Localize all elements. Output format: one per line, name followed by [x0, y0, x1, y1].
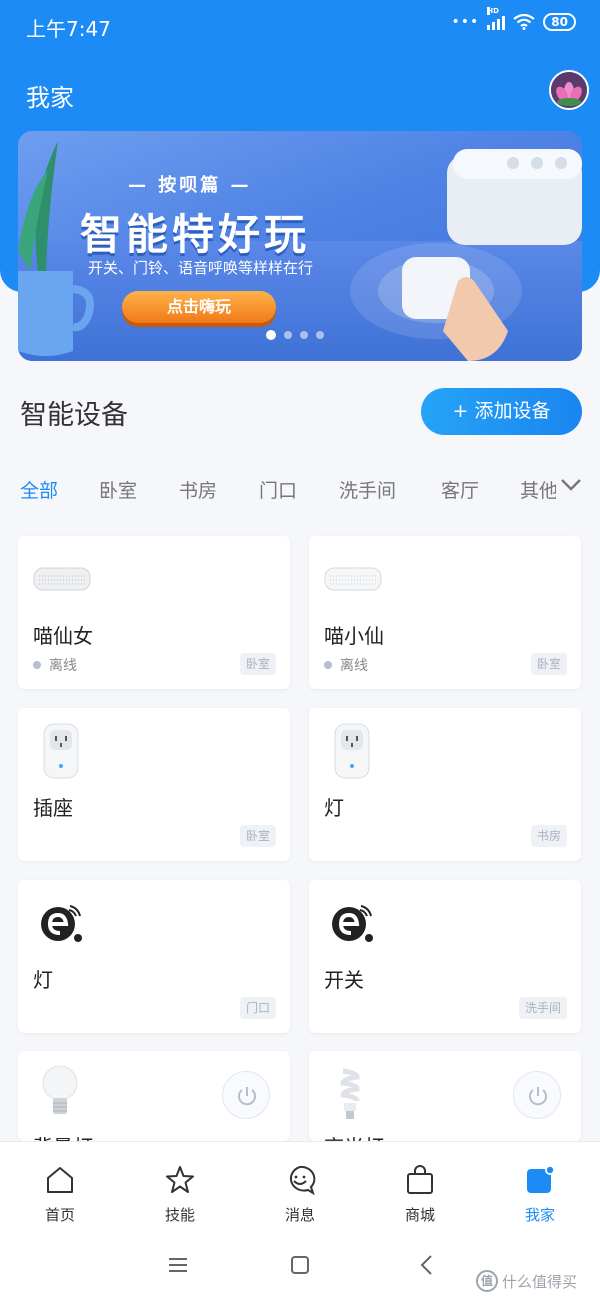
device-card[interactable]: 喵小仙 离线 卧室 — [309, 536, 581, 689]
room-tag: 洗手间 — [518, 997, 567, 1019]
tab-bathroom[interactable]: 洗手间 — [339, 476, 396, 503]
speaker-icon — [324, 567, 382, 591]
section-title: 智能设备 — [20, 400, 128, 431]
pagination-dot[interactable] — [284, 331, 292, 339]
device-card[interactable]: 喵仙女 离线 卧室 — [18, 536, 290, 689]
device-status: 离线 — [324, 655, 368, 675]
cup-illustration — [18, 271, 95, 356]
power-icon — [238, 1087, 256, 1106]
banner-description: 开关、门铃、语音呼唤等样样在行 — [88, 259, 314, 277]
more-dots-icon: ••• — [451, 14, 480, 30]
room-tag: 卧室 — [239, 653, 276, 675]
room-tag: 卧室 — [239, 825, 276, 847]
home-icon — [47, 1167, 73, 1193]
device-name: 插座 — [33, 796, 73, 820]
lotus-avatar-icon — [551, 72, 587, 108]
power-button[interactable] — [222, 1071, 270, 1119]
device-name: 灯 — [324, 796, 344, 820]
plant-illustration — [18, 141, 58, 271]
avatar[interactable] — [549, 70, 589, 110]
nav-shop[interactable]: 商城 — [360, 1142, 480, 1230]
status-time: 上午7:47 — [26, 17, 111, 41]
device-status: 离线 — [33, 655, 77, 675]
smart-button-illustration — [350, 243, 522, 361]
device-card[interactable]: 开关 洗手间 — [309, 880, 581, 1033]
tab-other[interactable]: 其他 — [520, 476, 556, 503]
device-name: 喵小仙 — [324, 624, 384, 648]
device-card[interactable]: 背景灯 — [18, 1051, 290, 1141]
battery-indicator: 80 — [543, 13, 576, 31]
watermark-logo-icon: 值 — [476, 1270, 498, 1292]
menu-icon[interactable] — [164, 1251, 192, 1279]
tab-study[interactable]: 书房 — [179, 476, 217, 503]
banner-title: 智能特好玩 — [80, 210, 311, 259]
wifi-module-icon — [332, 905, 373, 942]
pagination-dot[interactable] — [300, 331, 308, 339]
device-name: 喵仙女 — [33, 624, 93, 648]
promo-banner[interactable]: — 按呗篇 — 智能特好玩 开关、门铃、语音呼唤等样样在行 点击嗨玩 — [18, 131, 582, 361]
room-tag: 卧室 — [530, 653, 567, 675]
page-title: 我家 — [26, 84, 74, 112]
status-bar: 上午7:47 ••• HD 80 — [0, 0, 600, 50]
wifi-icon — [513, 14, 535, 30]
room-tag: 书房 — [530, 825, 567, 847]
light-bulb-icon — [42, 1065, 78, 1114]
add-device-button[interactable]: + 添加设备 — [421, 388, 582, 435]
device-name: 灯 — [33, 968, 53, 992]
tab-living-room[interactable]: 客厅 — [441, 476, 479, 503]
banner-cta-button[interactable]: 点击嗨玩 — [122, 291, 276, 323]
my-home-icon — [527, 1165, 555, 1193]
status-icons: ••• HD 80 — [451, 7, 576, 31]
pagination-dot[interactable] — [266, 330, 276, 340]
power-icon — [529, 1087, 547, 1106]
chevron-down-icon[interactable] — [560, 478, 582, 492]
wifi-module-icon — [41, 905, 82, 942]
pagination-dot[interactable] — [316, 331, 324, 339]
smart-plug-icon — [334, 723, 370, 779]
tab-bedroom[interactable]: 卧室 — [99, 476, 137, 503]
offline-dot-icon — [33, 661, 41, 669]
nav-messages[interactable]: 消息 — [240, 1142, 360, 1230]
back-icon[interactable] — [413, 1251, 441, 1279]
offline-dot-icon — [324, 661, 332, 669]
smart-plug-icon — [43, 723, 79, 779]
nav-home[interactable]: 首页 — [0, 1142, 120, 1230]
device-card[interactable]: 灯 书房 — [309, 708, 581, 861]
device-card[interactable]: 灯 门口 — [18, 880, 290, 1033]
device-name: 夜光灯 — [324, 1131, 384, 1141]
tab-all[interactable]: 全部 — [20, 476, 58, 503]
speaker-icon — [33, 567, 91, 591]
nav-my-home[interactable]: 我家 — [480, 1142, 600, 1230]
device-name: 开关 — [324, 968, 364, 992]
banner-pagination[interactable] — [266, 330, 324, 340]
power-button[interactable] — [513, 1071, 561, 1119]
tab-entrance[interactable]: 门口 — [259, 476, 297, 503]
device-card[interactable]: 插座 卧室 — [18, 708, 290, 861]
star-icon — [166, 1166, 194, 1193]
message-icon — [289, 1165, 316, 1196]
banner-subtitle: — 按呗篇 — — [128, 175, 252, 196]
room-tabs: 全部 卧室 书房 门口 洗手间 客厅 其他 — [0, 472, 600, 508]
signal-icon: HD — [487, 7, 506, 30]
watermark: 值 什么值得买 — [476, 1270, 577, 1292]
shop-bag-icon — [407, 1165, 433, 1194]
device-card[interactable]: 夜光灯 — [309, 1051, 581, 1141]
device-name: 背景灯 — [33, 1131, 93, 1141]
home-square-icon[interactable] — [286, 1251, 314, 1279]
spiral-bulb-icon — [340, 1068, 360, 1119]
room-tag: 门口 — [239, 997, 276, 1019]
bottom-nav: 首页 技能 消息 商城 我家 — [0, 1141, 600, 1229]
nav-skills[interactable]: 技能 — [120, 1142, 240, 1230]
